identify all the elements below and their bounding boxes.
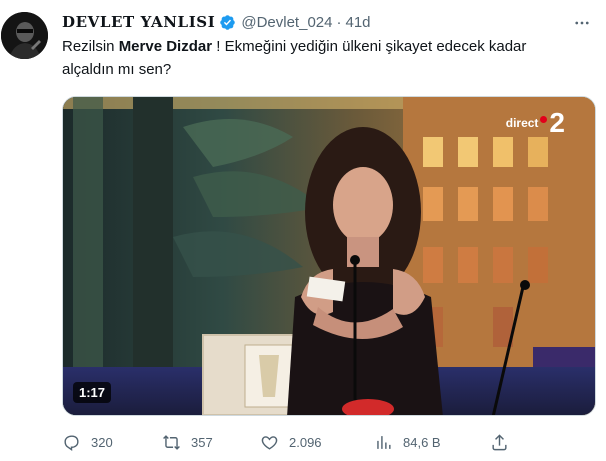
- views-chart-icon: [377, 435, 391, 449]
- channel-number: 2: [549, 107, 565, 138]
- author-display-name[interactable]: DEVLET YANLISI: [62, 13, 215, 31]
- view-count: 84,6 B: [403, 434, 441, 450]
- channel-logo: direct 2: [505, 107, 565, 138]
- video-player[interactable]: direct 2 1:17: [62, 96, 596, 416]
- retweet-button[interactable]: 357: [162, 428, 213, 456]
- tweet-header: DEVLET YANLISI @Devlet_024 · 41d: [62, 10, 606, 34]
- channel-label: direct: [505, 116, 539, 130]
- more-options-icon[interactable]: [572, 13, 592, 33]
- tweet-mention: Merve Dizdar: [118, 38, 213, 55]
- verified-badge-icon: [219, 14, 236, 31]
- reply-button[interactable]: 320: [62, 428, 113, 456]
- views-button[interactable]: 84,6 B: [374, 428, 441, 456]
- channel-dot: [540, 115, 548, 123]
- author-handle[interactable]: @Devlet_024: [241, 14, 332, 31]
- share-button[interactable]: [490, 428, 519, 456]
- tweet-actions: 320 357 2.096 84,6 B: [62, 428, 582, 456]
- share-icon: [492, 433, 507, 450]
- author-avatar[interactable]: [1, 12, 48, 59]
- tweet-timestamp[interactable]: 41d: [345, 14, 370, 31]
- heart-icon: [261, 435, 278, 450]
- tweet-text: Rezilsin Merve Dizdar ! Ekmeğini yediğin…: [62, 35, 582, 81]
- like-count: 2.096: [289, 434, 322, 450]
- video-duration: 1:17: [73, 382, 112, 403]
- reply-count: 320: [91, 434, 113, 450]
- retweet-count: 357: [191, 434, 213, 450]
- separator-dot: ·: [336, 13, 342, 31]
- retweet-icon: [163, 434, 180, 450]
- video-frame: [63, 97, 595, 415]
- tweet-text-before: Rezilsin: [62, 38, 119, 55]
- reply-icon: [64, 434, 79, 451]
- like-button[interactable]: 2.096: [260, 428, 322, 456]
